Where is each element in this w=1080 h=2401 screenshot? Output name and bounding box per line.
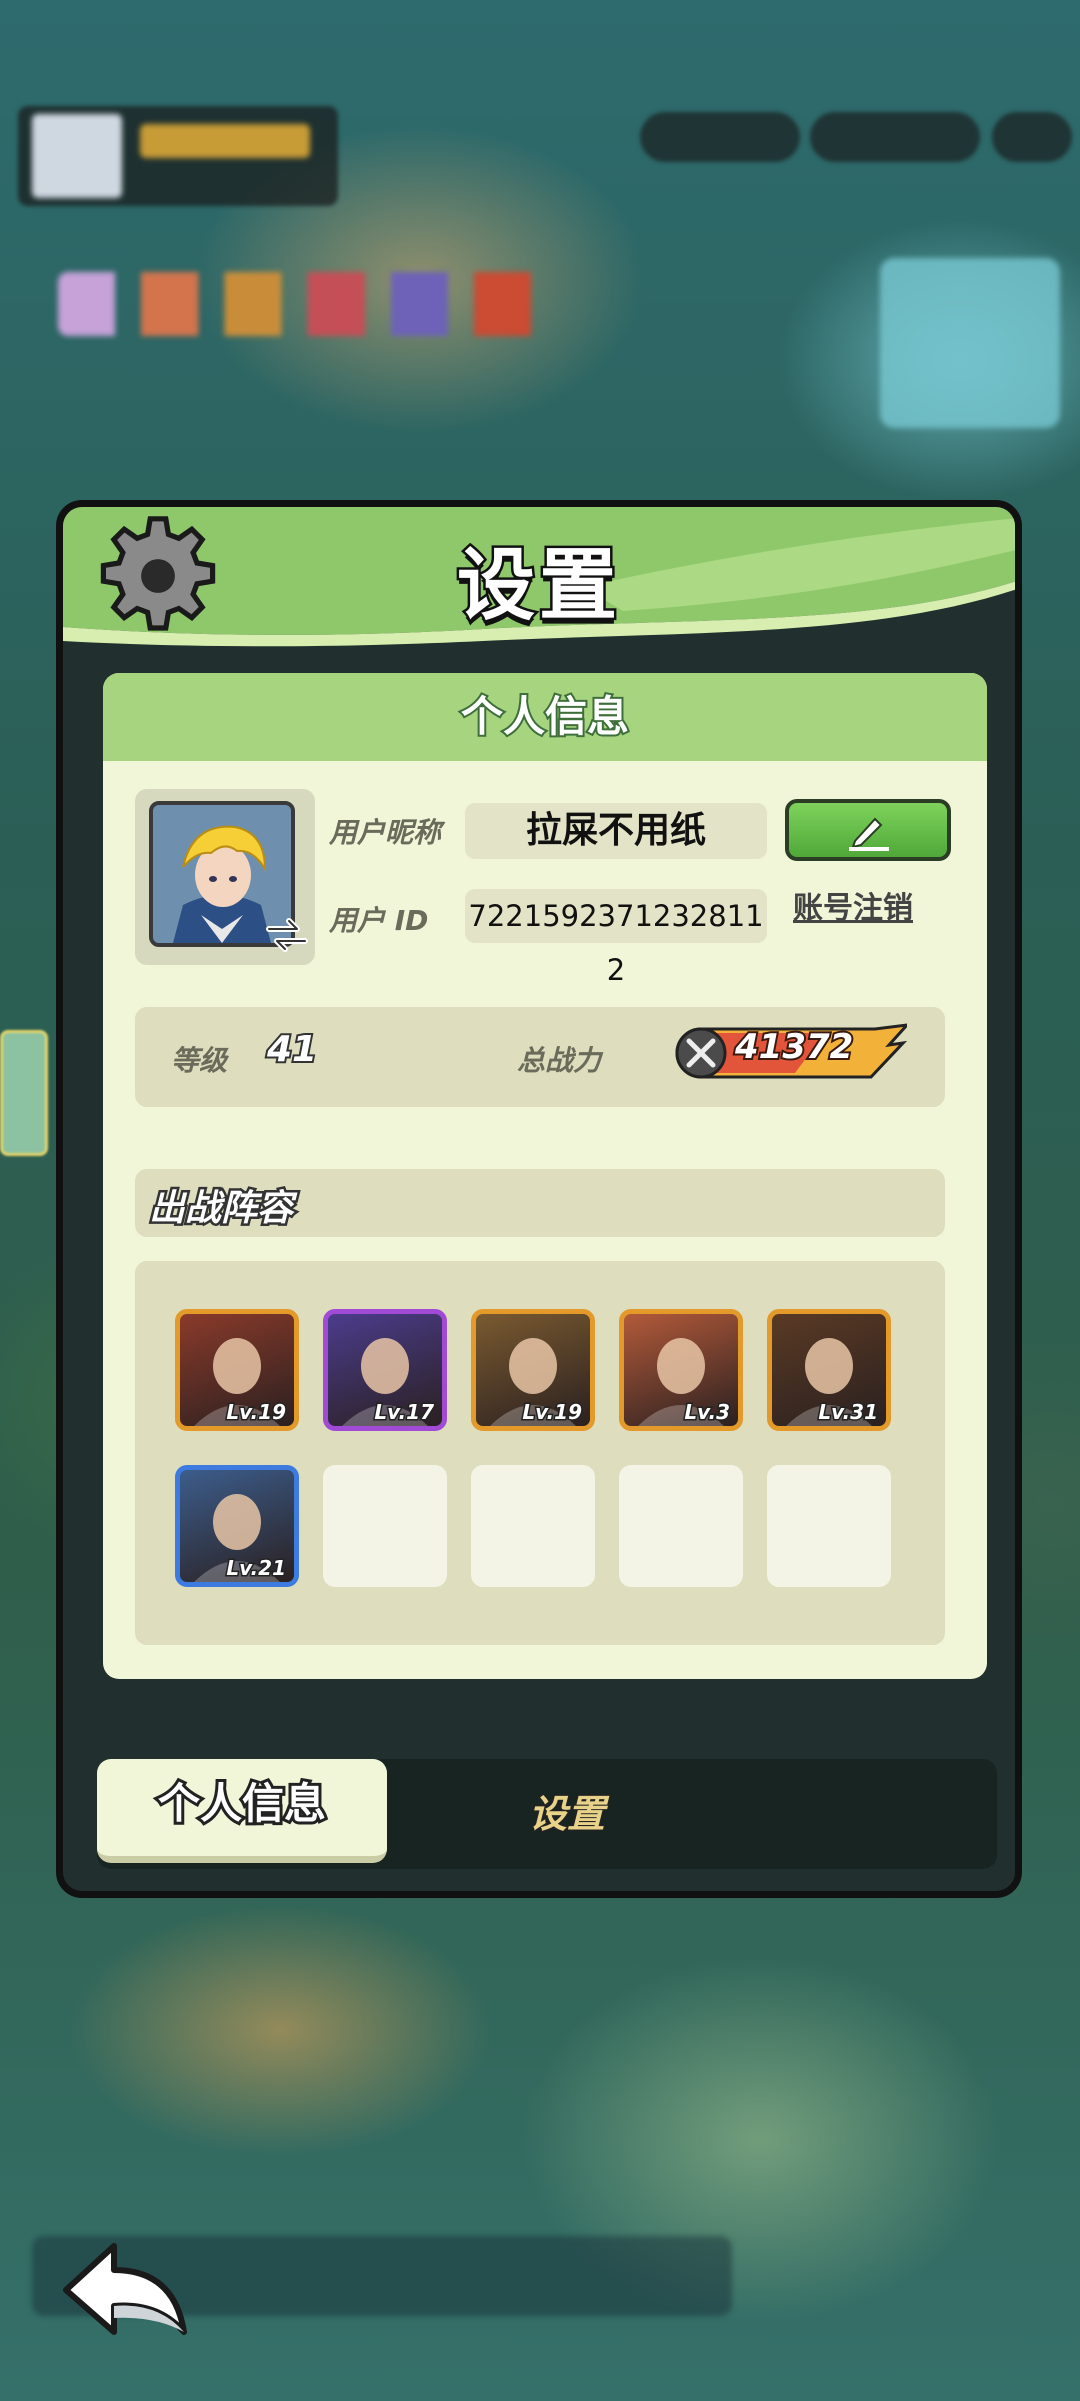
empty-hero-slot[interactable] [767, 1465, 891, 1587]
panel-title: 设置 [454, 539, 621, 634]
hero-slot[interactable]: Lv.19 [175, 1309, 299, 1431]
hud-side-button-blurred [0, 1030, 48, 1156]
empty-hero-slot[interactable] [619, 1465, 743, 1587]
hero-slot[interactable]: Lv.31 [767, 1309, 891, 1431]
hero-level: Lv.19 [521, 1399, 584, 1426]
hud-extra-blurred [992, 112, 1072, 162]
hud-hero-icons-blurred [58, 272, 578, 336]
user-id-label: 用户 ID [329, 904, 429, 937]
stats-row: 等级 41 总战力 41372 [135, 1007, 945, 1107]
lineup-header: 出战阵容 [135, 1169, 945, 1237]
pencil-icon [849, 817, 889, 851]
nickname-label: 用户昵称 [329, 816, 442, 849]
hero-level: Lv.21 [225, 1555, 288, 1582]
cancel-account-link[interactable]: 账号注销 [793, 883, 913, 927]
level-label: 等级 [171, 1044, 228, 1077]
nickname-field: 拉屎不用纸 [465, 803, 767, 859]
power-value: 41372 [733, 1025, 855, 1069]
power-label: 总战力 [517, 1044, 602, 1077]
hud-minimap-blurred [880, 258, 1060, 428]
hero-slot[interactable]: Lv.3 [619, 1309, 743, 1431]
tab-settings[interactable]: 设置 [437, 1759, 697, 1869]
avatar[interactable] [135, 789, 315, 965]
hero-level: Lv.17 [373, 1399, 436, 1426]
level-value: 41 [265, 1027, 319, 1072]
edit-nickname-button[interactable] [785, 799, 951, 861]
panel-header: 设置 [63, 507, 1015, 647]
hud-avatar-blurred [32, 114, 122, 198]
hero-level: Lv.19 [225, 1399, 288, 1426]
hud-gem-counter-blurred [640, 112, 800, 162]
hero-slot[interactable]: Lv.17 [323, 1309, 447, 1431]
hud-vip-bar-blurred [140, 124, 310, 158]
lineup-grid: Lv.19 Lv.17 Lv.19 Lv.3 Lv.31 Lv.21 [135, 1261, 945, 1645]
swap-avatar-icon[interactable] [263, 911, 311, 959]
hero-level: Lv.31 [817, 1399, 880, 1426]
power-badge: 41372 [675, 1023, 907, 1079]
tab-personal-info[interactable]: 个人信息 [97, 1759, 387, 1863]
empty-hero-slot[interactable] [471, 1465, 595, 1587]
user-id-field: 7221592371232811 2 [465, 889, 767, 987]
settings-panel: 设置 个人信息 用户昵称 拉屎不用纸 用户 ID 722159237123281… [56, 500, 1022, 1898]
lineup-title: 出战阵容 [146, 1186, 295, 1232]
hero-slot[interactable]: Lv.19 [471, 1309, 595, 1431]
hud-gold-counter-blurred [810, 112, 980, 162]
profile-card: 个人信息 用户昵称 拉屎不用纸 用户 ID 7221592371232811 2… [103, 673, 987, 1679]
profile-card-header: 个人信息 [103, 673, 987, 761]
empty-hero-slot[interactable] [323, 1465, 447, 1587]
hero-level: Lv.3 [683, 1399, 732, 1426]
tab-bar: 个人信息 设置 [97, 1759, 997, 1869]
back-arrow-icon[interactable] [56, 2236, 196, 2346]
hero-slot[interactable]: Lv.21 [175, 1465, 299, 1587]
